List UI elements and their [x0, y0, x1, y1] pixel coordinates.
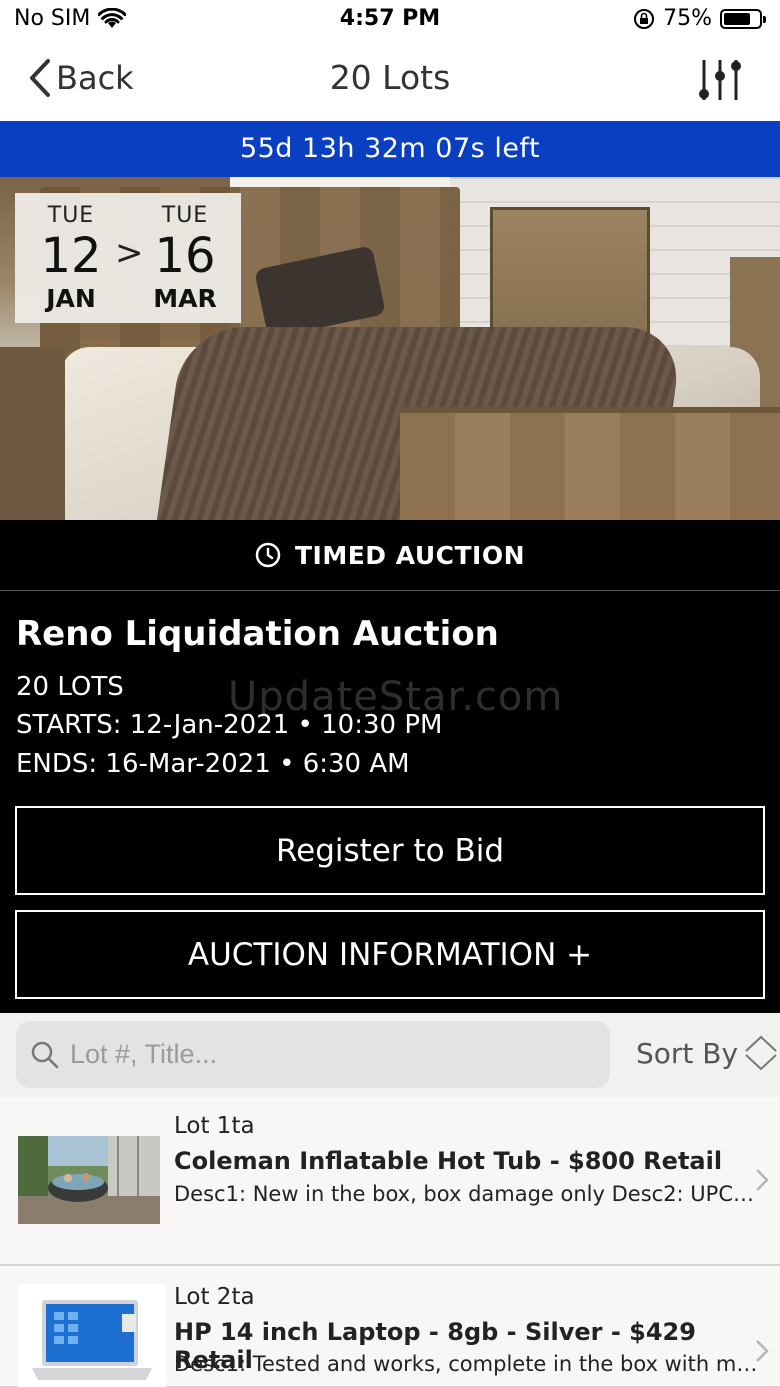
chevron-right-icon [756, 1169, 769, 1191]
battery-icon [720, 8, 766, 29]
search-sort-bar: Sort By [0, 1013, 780, 1097]
countdown-banner: 55d 13h 32m 07s left [0, 121, 780, 177]
hero-nightstand [0, 347, 65, 520]
lot-list-item[interactable]: Lot 2ta HP 14 inch Laptop - 8gb - Silver… [0, 1265, 780, 1387]
auction-lot-count: 20 LOTS [16, 672, 124, 702]
auction-information-button[interactable]: AUCTION INFORMATION + [15, 910, 765, 999]
end-day: 16 [154, 228, 216, 284]
lot-list-item[interactable]: Lot 1ta Coleman Inflatable Hot Tub - $80… [0, 1097, 780, 1265]
date-range-arrow: > [115, 233, 144, 273]
orientation-lock-icon [634, 8, 655, 29]
auction-starts: STARTS: 12-Jan-2021 • 10:30 PM [16, 710, 443, 740]
auction-title: Reno Liquidation Auction [16, 614, 499, 654]
lot-number: Lot 1ta [174, 1113, 255, 1139]
end-dow: TUE [161, 203, 209, 228]
clock-icon [255, 542, 281, 568]
sort-by-button[interactable]: Sort By [636, 1035, 778, 1071]
register-to-bid-button[interactable]: Register to Bid [15, 806, 765, 895]
chevron-right-icon [756, 1340, 769, 1362]
laptop-photo [18, 1284, 166, 1387]
end-date: TUE 16 MAR [145, 203, 225, 313]
lot-title: Coleman Inflatable Hot Tub - $800 Retail [174, 1147, 723, 1175]
filter-sliders-icon[interactable] [696, 56, 744, 104]
lot-thumbnail-laptop [18, 1284, 166, 1387]
nav-bar: Back 20 Lots [0, 40, 780, 120]
search-box[interactable] [16, 1021, 610, 1088]
auction-info-panel: TIMED AUCTION Reno Liquidation Auction U… [0, 520, 780, 1013]
start-dow: TUE [47, 203, 95, 228]
lot-description: Desc1: Tested and works, complete in the… [174, 1352, 758, 1376]
start-month: JAN [46, 284, 96, 313]
battery-percent: 75% [663, 6, 712, 31]
status-bar: No SIM 4:57 PM 75% [0, 0, 780, 40]
search-icon [31, 1041, 59, 1068]
lot-thumbnail-hot-tub [18, 1136, 160, 1224]
end-month: MAR [153, 284, 217, 313]
start-date: TUE 12 JAN [31, 203, 111, 313]
page-title: 20 Lots [329, 58, 451, 97]
lot-description: Desc1: New in the box, box damage only D… [174, 1182, 758, 1206]
hero-footboard [400, 407, 780, 520]
sort-updown-icon [745, 1035, 777, 1071]
sort-by-label: Sort By [636, 1036, 739, 1070]
date-range-badge: TUE 12 JAN > TUE 16 MAR [15, 193, 241, 323]
auction-type-bar: TIMED AUCTION [0, 520, 780, 591]
auction-type-label: TIMED AUCTION [294, 540, 526, 570]
start-day: 12 [40, 228, 102, 284]
hot-tub-photo [18, 1136, 160, 1224]
search-input[interactable] [70, 1039, 590, 1070]
lot-number: Lot 2ta [174, 1284, 255, 1310]
status-right: 75% [633, 6, 766, 31]
battery-fill [724, 12, 750, 25]
auction-ends: ENDS: 16-Mar-2021 • 6:30 AM [16, 749, 410, 779]
